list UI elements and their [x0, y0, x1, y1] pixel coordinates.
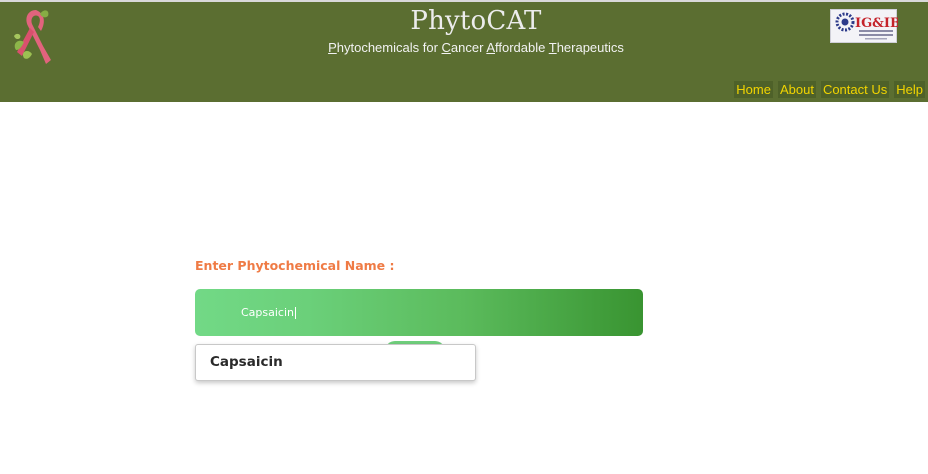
search-input-value: Capsaicin: [241, 306, 295, 319]
cancer-ribbon-leaf-icon: [14, 10, 51, 64]
search-label: Enter Phytochemical Name :: [195, 258, 395, 273]
text-caret: [295, 307, 297, 319]
nav-about[interactable]: About: [777, 81, 816, 98]
subtitle-initial-p: P: [328, 40, 337, 55]
brand: PhytoCAT Phytochemicals for Cancer Affor…: [322, 6, 630, 55]
site-header: PhytoCAT Phytochemicals for Cancer Affor…: [0, 0, 928, 102]
nav-help[interactable]: Help: [894, 81, 925, 98]
autocomplete-option[interactable]: Capsaicin: [210, 345, 283, 380]
subtitle-part-a: ffordable: [495, 40, 549, 55]
search-box[interactable]: Capsaicin: [195, 289, 643, 336]
search-input[interactable]: Capsaicin: [241, 289, 621, 336]
subtitle-initial-c: C: [441, 40, 451, 55]
subtitle-initial-t: T: [548, 40, 557, 55]
nav-home[interactable]: Home: [734, 81, 773, 98]
main-nav: Home About Contact Us Help: [734, 81, 925, 98]
autocomplete-dropdown: Capsaicin: [195, 344, 476, 381]
subtitle-initial-a: A: [486, 40, 495, 55]
igib-logo-text: IG&IB: [855, 16, 898, 31]
igib-logo-graphic: IG&IB: [835, 12, 901, 40]
nav-contact-us[interactable]: Contact Us: [820, 81, 890, 98]
subtitle-part-t: herapeutics: [556, 40, 624, 55]
igib-institute-logo: IG&IB: [830, 9, 901, 43]
subtitle-part-p: hytochemicals for: [336, 40, 442, 55]
subtitle-part-c: ancer: [450, 40, 487, 55]
site-subtitle: Phytochemicals for Cancer Affordable The…: [322, 40, 630, 55]
site-title: PhytoCAT: [410, 6, 542, 36]
